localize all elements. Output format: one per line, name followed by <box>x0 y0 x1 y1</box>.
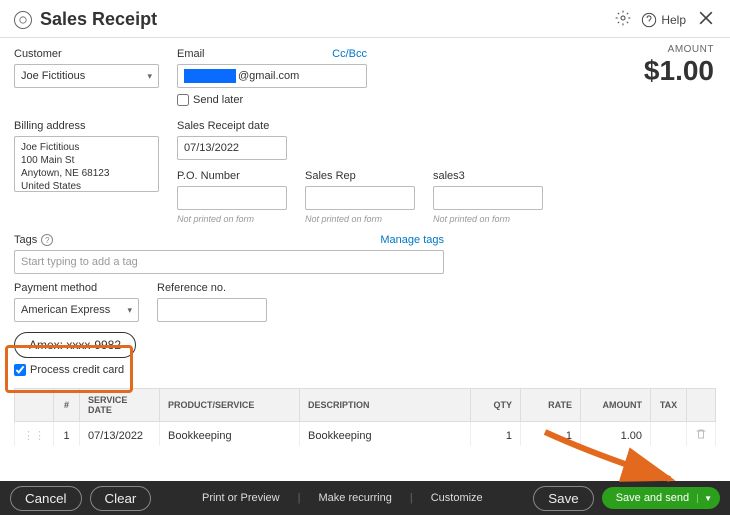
col-product: PRODUCT/SERVICE <box>160 389 300 422</box>
po-note: Not printed on form <box>177 214 287 224</box>
ref-label: Reference no. <box>157 282 267 294</box>
page-title: Sales Receipt <box>40 9 615 30</box>
receipt-date-field[interactable]: 07/13/2022 <box>177 136 287 160</box>
drag-handle-icon[interactable]: ⋮⋮ <box>15 422 54 447</box>
clear-button[interactable]: Clear <box>90 486 152 511</box>
chevron-down-icon[interactable]: ▼ <box>697 494 712 503</box>
delete-row-icon[interactable] <box>687 422 716 447</box>
chevron-down-icon: ▾ <box>127 305 132 316</box>
po-label: P.O. Number <box>177 170 287 182</box>
app-logo-icon <box>14 11 32 29</box>
line-items-table: # SERVICE DATE PRODUCT/SERVICE DESCRIPTI… <box>14 388 716 446</box>
col-service-date: SERVICE DATE <box>80 389 160 422</box>
customer-select[interactable]: Joe Fictitious▾ <box>14 64 159 88</box>
col-rate: RATE <box>521 389 581 422</box>
table-row[interactable]: ⋮⋮ 1 07/13/2022 Bookkeeping Bookkeeping … <box>15 422 716 447</box>
tags-input[interactable]: Start typing to add a tag <box>14 250 444 274</box>
save-button[interactable]: Save <box>533 486 593 511</box>
col-qty: QTY <box>471 389 521 422</box>
send-later-checkbox[interactable]: Send later <box>177 94 367 106</box>
make-recurring-link[interactable]: Make recurring <box>318 492 391 504</box>
email-field[interactable]: @gmail.com <box>177 64 367 88</box>
footer-bar: Cancel Clear Print or Preview | Make rec… <box>0 481 730 515</box>
po-field[interactable] <box>177 186 287 210</box>
help-button[interactable]: Help <box>641 12 686 28</box>
process-card-checkbox[interactable]: Process credit card <box>14 364 716 376</box>
card-badge[interactable]: Amex: xxxx-9982 <box>14 332 136 358</box>
payment-method-label: Payment method <box>14 282 139 294</box>
rep-label: Sales Rep <box>305 170 415 182</box>
col-num: # <box>54 389 80 422</box>
cancel-button[interactable]: Cancel <box>10 486 82 511</box>
print-preview-link[interactable]: Print or Preview <box>202 492 280 504</box>
customer-label: Customer <box>14 48 159 60</box>
payment-method-select[interactable]: American Express▾ <box>14 298 139 322</box>
save-and-send-button[interactable]: Save and send▼ <box>602 487 720 509</box>
sales3-note: Not printed on form <box>433 214 543 224</box>
amount-value: $1.00 <box>644 55 714 87</box>
ref-field[interactable] <box>157 298 267 322</box>
tags-label: Tags <box>14 234 37 246</box>
manage-tags-link[interactable]: Manage tags <box>380 234 444 246</box>
ccbcc-link[interactable]: Cc/Bcc <box>332 48 367 60</box>
chevron-down-icon: ▾ <box>147 71 152 82</box>
sales3-label: sales3 <box>433 170 543 182</box>
amount-label: AMOUNT <box>644 44 714 55</box>
sales3-field[interactable] <box>433 186 543 210</box>
info-icon[interactable]: ? <box>41 234 53 246</box>
close-icon[interactable] <box>696 8 716 31</box>
email-label: Email <box>177 48 205 60</box>
billing-address[interactable]: Joe Fictitious 100 Main St Anytown, NE 6… <box>14 136 159 192</box>
customize-link[interactable]: Customize <box>431 492 483 504</box>
col-desc: DESCRIPTION <box>300 389 471 422</box>
gear-icon[interactable] <box>615 10 631 29</box>
rep-note: Not printed on form <box>305 214 415 224</box>
billing-label: Billing address <box>14 120 159 132</box>
col-amount: AMOUNT <box>581 389 651 422</box>
receipt-date-label: Sales Receipt date <box>177 120 287 132</box>
col-tax: TAX <box>651 389 687 422</box>
rep-field[interactable] <box>305 186 415 210</box>
